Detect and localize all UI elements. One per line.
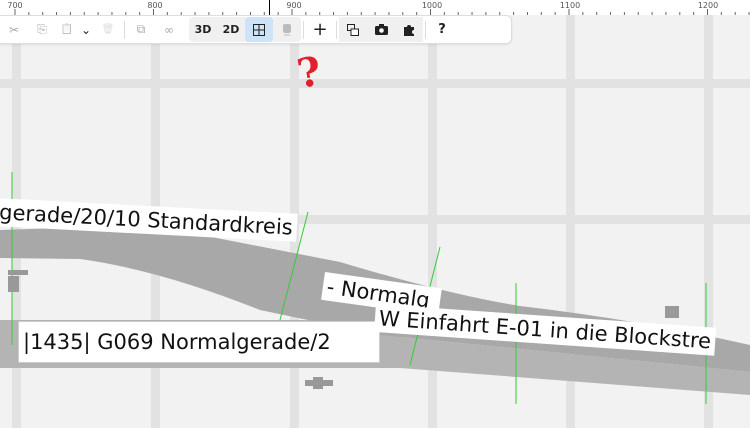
windows-icon — [347, 23, 359, 36]
link-button[interactable]: ∞ — [155, 17, 183, 42]
grid-view-button[interactable] — [245, 17, 273, 42]
view-3d-button[interactable]: 3D — [189, 17, 217, 42]
paste-icon: 📋 — [60, 24, 74, 35]
window-button[interactable] — [339, 17, 367, 42]
grid-icon — [253, 23, 265, 36]
ruler-label: 1000 — [421, 1, 443, 10]
train-icon — [283, 24, 291, 36]
ruler-label: 900 — [286, 1, 302, 10]
screenshot-button[interactable] — [367, 17, 395, 42]
help-icon: ? — [438, 22, 446, 37]
scissors-icon: ✂ — [8, 22, 20, 37]
trash-icon: 🗑 — [101, 24, 115, 35]
toolbar: ✂ ⎘ 📋 ⌄ 🗑 ⧉ ∞ 3D 2D + ? — [0, 15, 512, 44]
ruler-label: 800 — [147, 1, 163, 10]
view-2d-label: 2D — [222, 23, 240, 36]
group-button[interactable]: ⧉ — [127, 17, 155, 42]
help-button[interactable]: ? — [428, 17, 456, 42]
plugins-button[interactable] — [395, 17, 423, 42]
ruler-cursor — [269, 0, 270, 15]
delete-button[interactable]: 🗑 — [94, 17, 122, 42]
copy-button[interactable]: ⎘ — [28, 17, 56, 42]
train-view-button[interactable] — [273, 17, 301, 42]
camera-icon — [374, 24, 388, 35]
track-label[interactable]: |1435| G069 Normalgerade/2 — [18, 321, 380, 363]
horizontal-ruler: 700 800 900 1000 1100 1200 — [0, 0, 750, 15]
link-icon: ∞ — [164, 22, 174, 37]
view-3d-label: 3D — [194, 23, 212, 36]
puzzle-icon — [404, 24, 414, 36]
chevron-down-icon: ⌄ — [80, 22, 92, 37]
paste-menu-button[interactable]: ⌄ — [78, 17, 94, 42]
cut-button[interactable]: ✂ — [0, 17, 28, 42]
add-button[interactable]: + — [306, 17, 334, 42]
ruler-label: 700 — [7, 1, 23, 10]
view-2d-button[interactable]: 2D — [217, 17, 245, 42]
ruler-label: 1200 — [697, 1, 719, 10]
ruler-label: 1100 — [559, 1, 581, 10]
group-icon: ⧉ — [136, 22, 146, 36]
plus-icon: + — [312, 19, 328, 40]
copy-icon: ⎘ — [37, 22, 47, 36]
paste-button[interactable]: 📋 — [56, 17, 78, 42]
